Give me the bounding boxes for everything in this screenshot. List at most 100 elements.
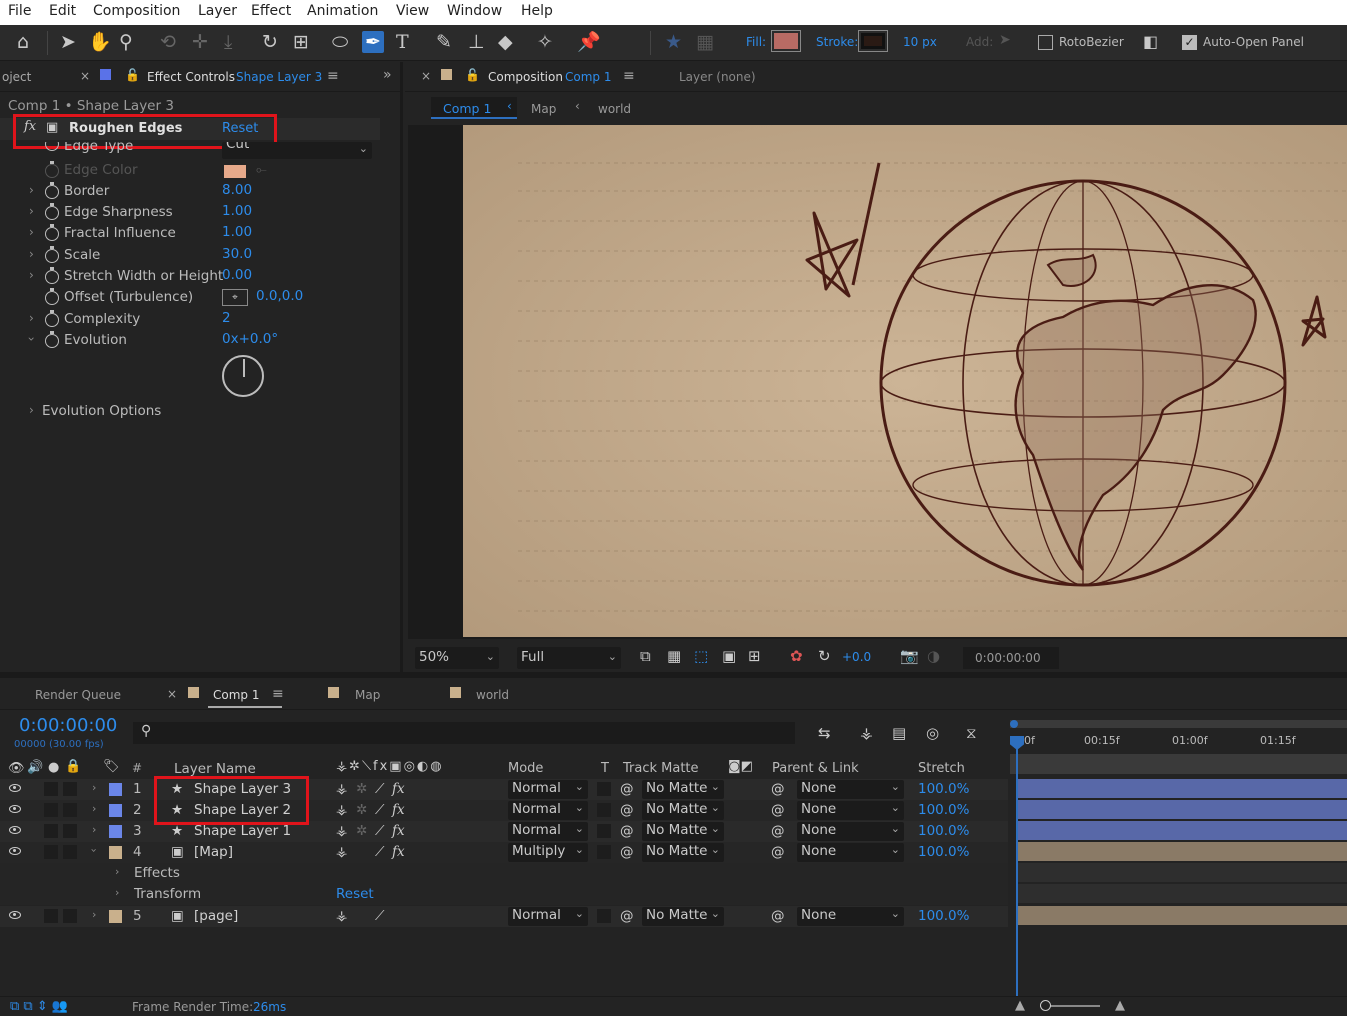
stretch-value[interactable]: 100.0% — [918, 844, 969, 860]
eraser-tool-icon[interactable]: ◆ — [498, 31, 513, 53]
prop-fractal-influence[interactable]: › Fractal Influence 1.00 — [0, 224, 400, 245]
composition-viewer[interactable] — [408, 125, 1347, 639]
menu-view[interactable]: View — [396, 3, 429, 19]
expand-twirl-icon[interactable]: › — [115, 886, 119, 899]
table-row[interactable]: › 2 ★ Shape Layer 2 ⚶ ✲ ⟋ fx Normal ⌄ @ N… — [0, 800, 1008, 821]
eye-icon[interactable] — [9, 784, 21, 792]
show-snapshot-icon[interactable]: ◑ — [927, 647, 940, 665]
effect-controls-tab[interactable]: Effect Controls — [147, 70, 235, 84]
lock-toggle[interactable] — [63, 824, 77, 838]
shy-switch-icon[interactable]: ⚶ — [336, 802, 347, 818]
label-color-swatch[interactable] — [109, 846, 122, 859]
label-color-swatch[interactable] — [109, 910, 122, 923]
complexity-value[interactable]: 2 — [222, 310, 231, 326]
quality-switch-icon[interactable]: ⟋ — [375, 802, 384, 818]
layer-duration-bar[interactable] — [1018, 779, 1347, 798]
shy-switch-icon[interactable]: ⚶ — [336, 823, 347, 839]
matte-pickwhip-icon[interactable]: @ — [620, 908, 634, 924]
edge-type-dropdown[interactable]: Cut ⌄ — [222, 142, 372, 159]
label-tag-icon[interactable]: 🏷 — [103, 759, 120, 774]
prop-edge-sharpness[interactable]: › Edge Sharpness 1.00 — [0, 203, 400, 224]
fill-label[interactable]: Fill: — [746, 35, 766, 49]
zoom-tool-icon[interactable]: ⚲ — [119, 31, 133, 53]
lock-toggle[interactable] — [63, 782, 77, 796]
mode-dropdown[interactable]: Multiply ⌄ — [508, 843, 588, 862]
eyedropper-icon[interactable]: ⟜ — [256, 162, 267, 178]
transform-group-row[interactable]: › Transform Reset — [0, 884, 1008, 905]
prop-stretch[interactable]: › Stretch Width or Height 0.00 — [0, 267, 400, 288]
menu-layer[interactable]: Layer — [198, 3, 237, 19]
quality-switch-icon[interactable]: ⟋ — [375, 908, 384, 924]
collapse-switch-icon[interactable]: ✲ — [356, 802, 367, 818]
stroke-width-value[interactable]: 10 px — [903, 35, 937, 49]
composition-mini-flowchart-icon[interactable]: ⇆ — [818, 724, 831, 742]
pan-behind-icon[interactable]: ⊞ — [293, 31, 309, 53]
pan-camera-icon[interactable]: ✛ — [192, 31, 208, 53]
shy-switch-icon[interactable]: ⚶ — [336, 844, 347, 860]
label-color-swatch[interactable] — [109, 783, 122, 796]
transparency-grid-icon[interactable]: ▦ — [667, 647, 681, 665]
layer-duration-bar[interactable] — [1018, 821, 1347, 840]
menu-help[interactable]: Help — [521, 3, 553, 19]
panel-menu-icon[interactable]: ≡ — [623, 68, 635, 84]
lock-icon[interactable]: 🔓 — [465, 68, 480, 82]
matte-pickwhip-icon[interactable]: @ — [620, 781, 634, 797]
layer-name[interactable]: [page] — [194, 908, 238, 924]
panel-menu-icon[interactable]: ≡ — [272, 686, 284, 702]
rotation-tool-icon[interactable]: ↻ — [262, 31, 278, 53]
map-timeline-tab[interactable]: Map — [355, 688, 380, 702]
layer-name[interactable]: Shape Layer 1 — [194, 823, 291, 839]
magnification-dropdown[interactable]: 50% ⌄ — [415, 647, 499, 669]
mode-dropdown[interactable]: Normal ⌄ — [508, 780, 588, 799]
selection-tool-icon[interactable]: ➤ — [60, 31, 76, 53]
scale-value[interactable]: 30.0 — [222, 246, 252, 262]
roto-brush-icon[interactable]: ✧ — [537, 31, 553, 53]
track-matte-dropdown[interactable]: No Matte ⌄ — [642, 822, 724, 841]
parent-dropdown[interactable]: None ⌄ — [797, 822, 904, 841]
parent-dropdown[interactable]: None ⌄ — [797, 801, 904, 820]
puppet-pin-icon[interactable]: 📌 — [577, 31, 601, 53]
lock-icon[interactable]: 🔒 — [65, 759, 81, 774]
reset-exposure-icon[interactable]: ↻ — [818, 647, 831, 665]
layer-viewer-tab[interactable]: Layer (none) — [679, 70, 756, 84]
add-arrow-icon[interactable]: ➤ — [999, 32, 1011, 48]
star-shape-icon[interactable]: ★ — [665, 31, 682, 53]
parent-dropdown[interactable]: None ⌄ — [797, 843, 904, 862]
lock-toggle[interactable] — [63, 803, 77, 817]
type-tool-icon[interactable]: T — [396, 31, 409, 53]
show-channel-icon[interactable]: ✿ — [790, 647, 803, 665]
home-icon[interactable]: ⌂ — [17, 31, 29, 53]
hand-tool-icon[interactable]: ✋ — [88, 31, 112, 53]
composition-name[interactable]: Comp 1 — [565, 70, 611, 84]
world-timeline-tab[interactable]: world — [476, 688, 509, 702]
audio-icon[interactable]: 🔊 — [27, 760, 43, 775]
track-matte-dropdown[interactable]: No Matte ⌄ — [642, 907, 724, 926]
menu-composition[interactable]: Composition — [93, 3, 180, 19]
quality-switch-icon[interactable]: ⟋ — [375, 781, 384, 797]
eye-icon[interactable] — [9, 911, 21, 919]
motion-blur-icon[interactable]: ◎ — [926, 724, 939, 742]
fx-icon[interactable]: fx — [392, 781, 405, 797]
mode-dropdown[interactable]: Normal ⌄ — [508, 801, 588, 820]
evolution-dial[interactable] — [222, 355, 264, 397]
menu-edit[interactable]: Edit — [49, 3, 76, 19]
rotobezier-checkbox[interactable] — [1038, 35, 1053, 50]
layer-duration-bar[interactable] — [1018, 906, 1347, 925]
matte-pickwhip-icon[interactable]: @ — [620, 802, 634, 818]
current-time-display[interactable]: 0:00:00:00 — [19, 715, 117, 736]
stretch-value[interactable]: 100.0% — [918, 781, 969, 797]
composition-tab[interactable]: Composition — [488, 70, 563, 84]
panel-menu-icon[interactable]: ≡ — [327, 68, 339, 84]
dolly-camera-icon[interactable]: ⤓ — [224, 31, 232, 53]
grid-icon[interactable]: ▦ — [696, 31, 714, 53]
solo-toggle[interactable] — [44, 782, 58, 796]
menu-animation[interactable]: Animation — [307, 3, 378, 19]
expand-twirl-icon[interactable]: › — [92, 802, 96, 815]
crumb-map[interactable]: Map — [531, 102, 556, 116]
close-icon[interactable]: × — [80, 69, 90, 83]
collapse-switch-icon[interactable]: ✲ — [356, 823, 367, 839]
project-tab[interactable]: oject — [2, 70, 31, 84]
border-value[interactable]: 8.00 — [222, 182, 252, 198]
zoom-slider-handle[interactable] — [1040, 1000, 1051, 1011]
collapse-switch-icon[interactable]: ✲ — [356, 781, 367, 797]
